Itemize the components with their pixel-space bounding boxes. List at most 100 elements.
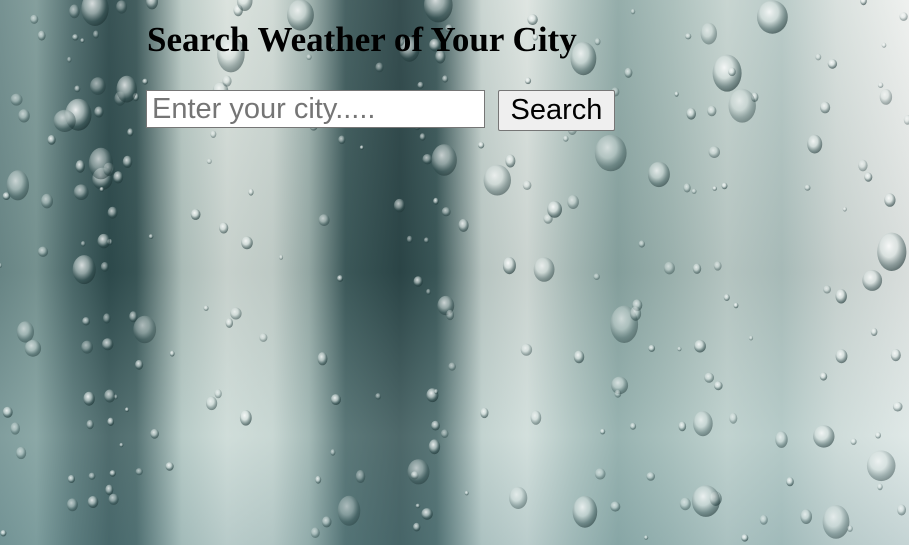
raindrop	[124, 407, 130, 413]
raindrop	[644, 535, 649, 540]
raindrop	[815, 53, 822, 61]
raindrop	[53, 109, 76, 132]
raindrop	[97, 233, 111, 249]
raindrop	[505, 154, 516, 168]
raindrop	[694, 339, 706, 353]
raindrop	[835, 349, 848, 364]
raindrop	[847, 525, 853, 532]
raindrop	[103, 313, 111, 324]
raindrop	[693, 411, 713, 437]
page-title: Search Weather of Your City	[147, 20, 577, 59]
raindrop	[748, 335, 754, 341]
raindrop	[417, 81, 424, 89]
raindrop	[214, 389, 222, 399]
raindrop	[10, 93, 23, 106]
raindrop	[431, 144, 457, 176]
raindrop	[419, 133, 426, 141]
raindrop	[219, 222, 229, 234]
raindrop	[679, 497, 691, 511]
raindrop	[614, 389, 622, 398]
raindrop	[594, 134, 627, 172]
raindrop	[355, 470, 366, 483]
raindrop	[446, 309, 455, 321]
raindrop	[80, 38, 85, 43]
raindrop	[225, 318, 233, 328]
raindrop	[279, 254, 284, 260]
raindrop	[222, 75, 232, 87]
raindrop	[375, 393, 382, 400]
raindrop	[0, 263, 3, 268]
raindrop	[133, 315, 157, 344]
raindrop	[94, 106, 104, 118]
raindrop	[72, 34, 79, 41]
raindrop	[24, 339, 42, 357]
raindrop	[707, 105, 717, 117]
raindrop	[533, 257, 555, 282]
raindrop	[142, 78, 149, 85]
raindrop	[827, 59, 838, 69]
raindrop	[86, 419, 94, 430]
search-button[interactable]: Search	[498, 90, 615, 131]
raindrop	[259, 333, 268, 342]
raindrop	[407, 459, 430, 485]
raindrop	[206, 396, 218, 411]
raindrop	[127, 128, 134, 137]
raindrop	[800, 509, 812, 524]
raindrop	[83, 391, 95, 406]
raindrop	[547, 201, 562, 218]
raindrop	[823, 285, 831, 294]
raindrop	[877, 232, 907, 271]
city-search-input[interactable]	[146, 90, 485, 128]
raindrop	[502, 257, 516, 275]
raindrop	[107, 206, 118, 219]
raindrop	[478, 141, 485, 149]
raindrop	[820, 101, 831, 114]
raindrop	[686, 108, 696, 120]
raindrop	[691, 485, 720, 517]
raindrop	[0, 530, 7, 537]
raindrop	[483, 164, 511, 196]
raindrop	[440, 429, 449, 439]
raindrop	[74, 85, 81, 93]
raindrop	[318, 214, 330, 227]
raindrop	[428, 439, 441, 455]
raindrop	[116, 0, 128, 14]
raindrop	[714, 381, 723, 391]
raindrop	[66, 498, 78, 512]
raindrop	[683, 183, 691, 193]
raindrop-group	[0, 0, 909, 542]
raindrop	[677, 346, 682, 352]
raindrop	[37, 30, 46, 41]
raindrop	[99, 187, 105, 192]
raindrop	[119, 442, 124, 448]
raindrop	[729, 412, 738, 424]
raindrop	[860, 0, 867, 6]
raindrop	[413, 522, 421, 532]
raindrop	[723, 294, 730, 301]
rainy-window-background	[0, 0, 909, 545]
raindrop	[897, 504, 906, 516]
raindrop	[524, 77, 532, 85]
raindrop	[786, 477, 794, 487]
raindrop	[82, 317, 91, 326]
raindrop	[822, 505, 850, 539]
raindrop	[67, 475, 75, 483]
raindrop	[434, 389, 439, 395]
raindrop	[6, 170, 30, 201]
raindrop	[122, 155, 133, 168]
raindrop	[135, 468, 143, 476]
raindrop	[75, 160, 85, 173]
raindrop	[663, 261, 675, 275]
raindrop	[146, 0, 158, 10]
raindrop	[892, 401, 903, 412]
raindrop	[80, 241, 86, 247]
raindrop	[88, 147, 113, 180]
raindrop	[594, 38, 601, 46]
raindrop	[116, 75, 137, 103]
raindrop	[692, 263, 702, 274]
raindrop	[647, 161, 670, 188]
raindrop	[105, 484, 114, 496]
raindrop	[448, 362, 456, 371]
raindrop	[685, 33, 692, 40]
raindrop	[30, 14, 39, 24]
